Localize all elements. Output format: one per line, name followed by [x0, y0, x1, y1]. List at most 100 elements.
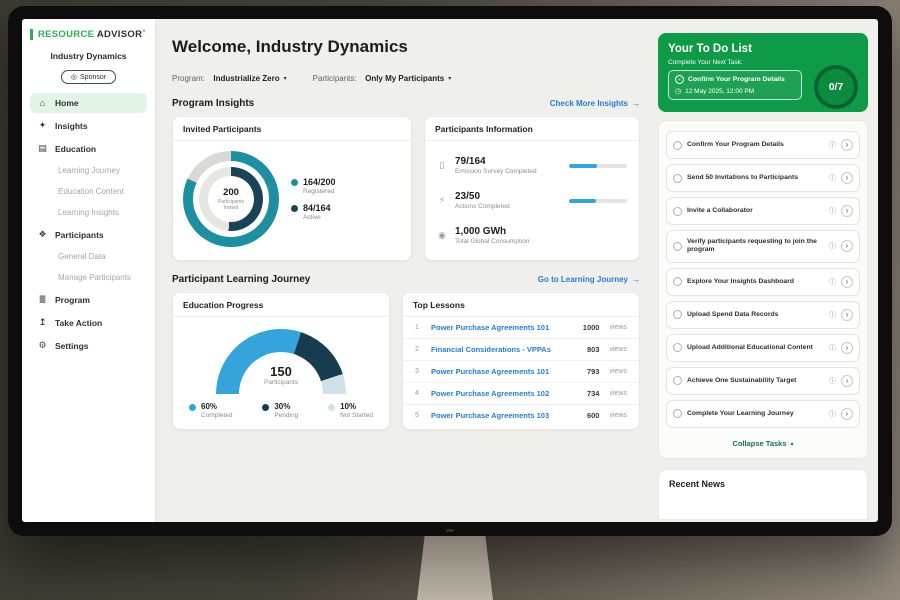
education-gauge-chart: 150 Participants	[216, 329, 346, 394]
lesson-link[interactable]: Power Purchase Agreements 101	[431, 323, 575, 332]
go-to-learning-journey-link[interactable]: Go to Learning Journey →	[538, 275, 640, 284]
sidebar-item-program[interactable]: ≣ Program	[30, 289, 147, 310]
settings-gear-icon: ⚙	[37, 340, 48, 351]
task-label: Verify participants requesting to join t…	[687, 238, 824, 255]
lesson-rank: 5	[415, 412, 423, 419]
sidebar-item-learning-insights[interactable]: Learning Insights	[30, 203, 147, 222]
lesson-views-count: 1000	[583, 323, 600, 332]
next-task-box[interactable]: ✓ Confirm Your Program Details ◷ 12 May …	[668, 70, 802, 100]
link-label: Go to Learning Journey	[538, 275, 628, 284]
monitor-stand	[417, 536, 493, 600]
info-icon[interactable]: ⓘ	[829, 376, 836, 386]
program-select[interactable]: Industrialize Zero ▾	[213, 74, 286, 83]
lesson-link[interactable]: Power Purchase Agreements 103	[431, 411, 579, 420]
main-content: Welcome, Industry Dynamics Program: Indu…	[156, 19, 654, 522]
lesson-link[interactable]: Financial Considerations - VPPAs	[431, 345, 579, 354]
task-item[interactable]: Upload Additional Educational Content ⓘ …	[666, 334, 860, 362]
invited-participants-card: Invited Participants 200 Participants In…	[172, 116, 412, 261]
task-item[interactable]: Explore Your Insights Dashboard ⓘ ›	[666, 268, 860, 296]
legend-item-registered: 164/200 Registered	[291, 177, 336, 195]
chevron-right-icon[interactable]: ›	[841, 205, 853, 217]
participants-value: Only My Participants	[365, 74, 444, 83]
sidebar-item-education[interactable]: ▤ Education	[30, 138, 147, 159]
lesson-link[interactable]: Power Purchase Agreements 102	[431, 389, 579, 398]
task-item[interactable]: Verify participants requesting to join t…	[666, 230, 860, 263]
task-checkbox[interactable]	[673, 242, 682, 251]
chevron-right-icon[interactable]: ›	[841, 309, 853, 321]
todo-progress-value: 0/7	[829, 81, 844, 93]
sidebar-item-manage-participants[interactable]: Manage Participants	[30, 268, 147, 287]
collapse-label: Collapse Tasks	[732, 439, 786, 448]
donut-center: 200 Participants Invited	[208, 176, 254, 222]
task-item[interactable]: Upload Spend Data Records ⓘ ›	[666, 301, 860, 329]
collapse-tasks-button[interactable]: Collapse Tasks ▴	[666, 433, 860, 456]
sidebar-item-general-data[interactable]: General Data	[30, 247, 147, 266]
todo-title: Your To Do List	[668, 43, 858, 55]
photo-background: RESOURCE ADVISOR+ Industry Dynamics ◎ Sp…	[0, 0, 900, 600]
info-icon[interactable]: ⓘ	[829, 343, 836, 353]
consumption-pin-icon: ◉	[437, 230, 447, 241]
chevron-right-icon[interactable]: ›	[841, 375, 853, 387]
lesson-link[interactable]: Power Purchase Agreements 101	[431, 367, 579, 376]
sidebar-item-home[interactable]: ⌂ Home	[30, 93, 147, 113]
task-item[interactable]: Send 50 Invitations to Participants ⓘ ›	[666, 164, 860, 192]
lesson-views-count: 734	[587, 389, 600, 398]
task-item[interactable]: Invite a Collaborator ⓘ ›	[666, 197, 860, 225]
donut-center-value: 200	[223, 187, 239, 198]
task-item[interactable]: Achieve One Sustainability Target ⓘ ›	[666, 367, 860, 395]
chevron-right-icon[interactable]: ›	[841, 240, 853, 252]
monitor-frame: RESOURCE ADVISOR+ Industry Dynamics ◎ Sp…	[8, 6, 892, 536]
task-item[interactable]: Confirm Your Program Details ⓘ ›	[666, 131, 860, 159]
legend-item-not-started: 10% Not Started	[328, 402, 373, 419]
info-icon[interactable]: ⓘ	[829, 409, 836, 419]
task-checkbox[interactable]	[673, 343, 682, 352]
legend-value: 30%	[274, 402, 298, 411]
sponsor-badge: ◎ Sponsor	[61, 70, 116, 84]
sidebar-item-learning-journey[interactable]: Learning Journey	[30, 161, 147, 180]
info-icon[interactable]: ⓘ	[829, 241, 836, 251]
sidebar-item-insights[interactable]: ✦ Insights	[30, 115, 147, 136]
check-more-insights-link[interactable]: Check More Insights →	[550, 99, 640, 108]
progress-bar	[569, 164, 627, 168]
task-item[interactable]: Complete Your Learning Journey ⓘ ›	[666, 400, 860, 428]
legend-item-active: 84/164 Active	[291, 203, 336, 221]
sidebar-item-education-content[interactable]: Education Content	[30, 182, 147, 201]
sponsor-icon: ◎	[71, 73, 77, 81]
info-icon[interactable]: ⓘ	[829, 206, 836, 216]
task-checkbox[interactable]	[673, 310, 682, 319]
task-checkbox[interactable]	[673, 376, 682, 385]
info-icon[interactable]: ⓘ	[829, 277, 836, 287]
task-checkbox[interactable]	[673, 277, 682, 286]
legend-value: 84/164	[303, 203, 331, 213]
program-icon: ≣	[37, 294, 48, 305]
todo-header-card: Your To Do List Complete Your Next Task:…	[658, 33, 868, 112]
task-label: Explore Your Insights Dashboard	[687, 278, 824, 286]
legend-value: 164/200	[303, 177, 336, 187]
chevron-right-icon[interactable]: ›	[841, 342, 853, 354]
info-icon[interactable]: ⓘ	[829, 173, 836, 183]
todo-progress-badge: 0/7	[814, 65, 858, 109]
take-action-icon: ↥	[37, 317, 48, 328]
chevron-right-icon[interactable]: ›	[841, 408, 853, 420]
insights-cards-row: Invited Participants 200 Participants In…	[172, 116, 640, 261]
info-icon[interactable]: ⓘ	[829, 140, 836, 150]
task-list: Confirm Your Program Details ⓘ › Send 50…	[658, 120, 868, 459]
task-checkbox[interactable]	[673, 141, 682, 150]
chevron-right-icon[interactable]: ›	[841, 139, 853, 151]
task-checkbox[interactable]	[673, 409, 682, 418]
sidebar-item-settings[interactable]: ⚙ Settings	[30, 335, 147, 356]
sponsor-label: Sponsor	[80, 74, 106, 81]
card-title: Invited Participants	[173, 117, 411, 141]
chevron-right-icon[interactable]: ›	[841, 276, 853, 288]
lesson-views-label: views	[609, 324, 627, 331]
arrow-right-icon: →	[632, 275, 640, 284]
logo-plus-icon: +	[142, 29, 146, 35]
task-checkbox[interactable]	[673, 174, 682, 183]
task-checkbox[interactable]	[673, 207, 682, 216]
sidebar-item-participants[interactable]: ❖ Participants	[30, 224, 147, 245]
info-icon[interactable]: ⓘ	[829, 310, 836, 320]
stat-label: Emission Survey Completed	[455, 168, 561, 175]
participants-select[interactable]: Only My Participants ▾	[365, 74, 451, 83]
chevron-right-icon[interactable]: ›	[841, 172, 853, 184]
sidebar-item-take-action[interactable]: ↥ Take Action	[30, 312, 147, 333]
